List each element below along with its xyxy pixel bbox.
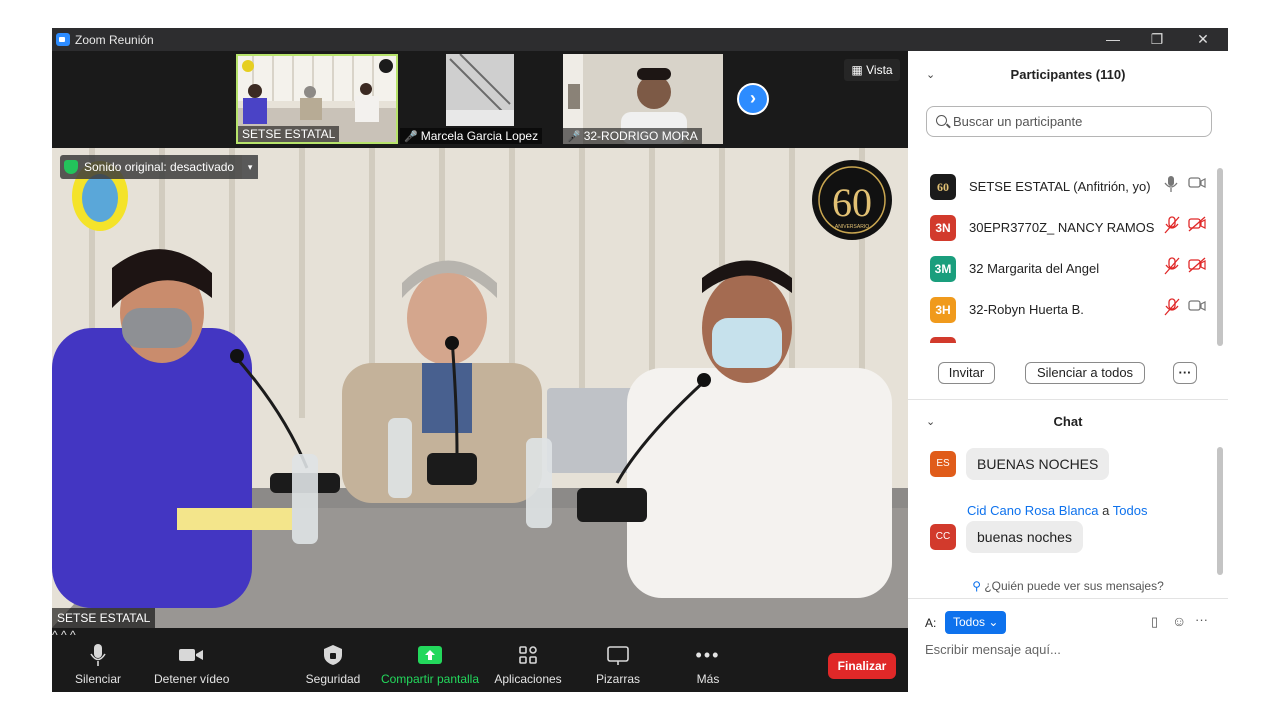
- video-camera-icon[interactable]: [1188, 175, 1206, 191]
- mic-muted-icon: 🎤: [567, 131, 581, 143]
- minimize-button[interactable]: —: [1093, 29, 1133, 50]
- mic-muted-icon[interactable]: [1164, 216, 1180, 234]
- participants-title: Participantes (110): [1010, 67, 1126, 82]
- chat-avatar: CC: [930, 524, 956, 550]
- participant-row[interactable]: 60 SETSE ESTATAL (Anfitrión, yo): [908, 167, 1218, 207]
- participants-scrollbar[interactable]: [1217, 168, 1223, 346]
- participant-avatar-partial: [930, 337, 956, 343]
- end-meeting-button[interactable]: Finalizar: [828, 653, 896, 679]
- search-icon: [936, 115, 947, 126]
- participant-search-input[interactable]: Buscar un participante: [926, 106, 1212, 137]
- thumbnail-rodrigo[interactable]: 🎤 32-RODRIGO MORA: [563, 54, 723, 144]
- participant-name: 32-Robyn Huerta B.: [969, 302, 1084, 317]
- thumbnail-setse-estatal[interactable]: SETSE ESTATAL: [236, 54, 398, 144]
- window-title: Zoom Reunión: [75, 33, 154, 47]
- participant-row[interactable]: 3M 32 Margarita del Angel: [908, 249, 1218, 289]
- speaker-name-label: SETSE ESTATAL: [52, 608, 156, 628]
- video-options-chevron-icon[interactable]: ^: [61, 628, 67, 642]
- chat-title: Chat: [1053, 414, 1083, 429]
- apps-button[interactable]: Aplicaciones: [492, 642, 564, 686]
- chat-message: BUENAS NOCHES: [966, 448, 1110, 480]
- share-screen-button[interactable]: Compartir pantalla: [378, 642, 482, 686]
- mic-muted-icon[interactable]: [1164, 257, 1180, 275]
- more-dots-icon[interactable]: ···: [1195, 612, 1208, 627]
- video-thumbnail-strip: SETSE ESTATAL 🎤 Marcela Garcia Lopez 🎤 32-…: [52, 51, 908, 148]
- participant-name: 30EPR3770Z_ NANCY RAMOS: [969, 220, 1155, 235]
- invite-button[interactable]: Invitar: [938, 362, 995, 384]
- video-off-icon[interactable]: [1188, 216, 1206, 232]
- share-options-chevron-icon[interactable]: ^: [70, 628, 76, 642]
- zoom-window: Zoom Reunión — ❐ ✕ SETSE ESTATAL 🎤 Marce…: [52, 28, 1228, 692]
- side-panel: ⌄ Participantes (110) Buscar un particip…: [908, 51, 1228, 692]
- panel-divider: [908, 399, 1228, 400]
- anniversary-badge-subtext: ANIVERSARIO: [835, 224, 869, 230]
- participant-avatar: 60: [930, 174, 956, 200]
- chevron-down-icon: ⌄: [988, 615, 999, 629]
- next-page-arrow-icon[interactable]: ›: [737, 83, 769, 115]
- grid-icon: ▦: [851, 63, 863, 77]
- view-button[interactable]: ▦ Vista: [844, 59, 900, 81]
- microphone-icon[interactable]: [1164, 175, 1178, 193]
- video-off-icon[interactable]: [1188, 257, 1206, 273]
- participant-name: 32 Margarita del Angel: [969, 261, 1100, 276]
- person-lock-icon: ⚲: [972, 579, 981, 593]
- more-dots-icon: •••: [695, 644, 721, 665]
- shield-check-icon: [64, 160, 78, 174]
- stop-video-button[interactable]: Detener vídeo: [154, 642, 229, 686]
- mute-options-chevron-icon[interactable]: ^: [52, 628, 58, 642]
- who-can-see-link[interactable]: ⚲ ¿Quién puede ver sus mensajes?: [908, 579, 1228, 593]
- shield-icon: [324, 645, 342, 665]
- video-camera-icon[interactable]: [1188, 298, 1206, 314]
- security-button[interactable]: Seguridad: [304, 642, 362, 686]
- participant-avatar: 3M: [930, 256, 956, 282]
- panel-divider: [908, 598, 1228, 599]
- whiteboard-icon: [607, 646, 629, 665]
- restore-button[interactable]: ❐: [1137, 29, 1177, 50]
- mic-muted-icon: 🎤: [404, 131, 418, 143]
- participant-name: SETSE ESTATAL (Anfitrión, yo): [969, 179, 1151, 194]
- original-sound-status[interactable]: Sonido original: desactivado ▾: [60, 155, 259, 179]
- video-camera-icon: [179, 649, 203, 661]
- active-speaker-video: 60 ANIVERSARIO Sonido original: desactiv…: [52, 148, 908, 628]
- mute-all-button[interactable]: Silenciar a todos: [1025, 362, 1145, 384]
- close-button[interactable]: ✕: [1183, 29, 1223, 50]
- participant-row[interactable]: 3H 32-Robyn Huerta B.: [908, 290, 1218, 330]
- title-bar: Zoom Reunión — ❐ ✕: [52, 28, 1228, 51]
- emoji-icon[interactable]: ☺: [1172, 613, 1186, 629]
- apps-icon: [519, 646, 537, 664]
- zoom-logo-icon: [56, 33, 70, 46]
- thumbnail-name: 🎤 Marcela Garcia Lopez: [400, 128, 543, 144]
- anniversary-badge-number: 60: [832, 180, 872, 225]
- participant-avatar: 3H: [930, 297, 956, 323]
- chat-scrollbar[interactable]: [1217, 447, 1223, 575]
- chat-message-input[interactable]: Escribir mensaje aquí...: [925, 642, 1061, 657]
- microphone-icon: [90, 644, 106, 666]
- chat-sender-line: Cid Cano Rosa Blanca a Todos: [967, 503, 1148, 518]
- meeting-toolbar: Silenciar ^ Detener vídeo ^ Seguridad Co…: [52, 628, 908, 692]
- thumbnail-name: 🎤 32-RODRIGO MORA: [563, 128, 702, 144]
- share-screen-icon: [418, 646, 442, 664]
- speaker-video-image: 60 ANIVERSARIO: [52, 148, 908, 628]
- file-icon[interactable]: ▯: [1151, 614, 1158, 630]
- chat-recipient-row: A: Todos ⌄ ▯ ☺ ···: [925, 611, 1215, 635]
- thumbnail-name: SETSE ESTATAL: [238, 126, 340, 142]
- participant-row[interactable]: 3N 30EPR3770Z_ NANCY RAMOS: [908, 208, 1218, 248]
- more-options-button[interactable]: ···: [1173, 362, 1197, 384]
- chat-message: buenas noches: [966, 521, 1083, 553]
- mute-button[interactable]: Silenciar: [74, 642, 122, 686]
- more-button[interactable]: ••• Más: [688, 642, 728, 687]
- whiteboards-button[interactable]: Pizarras: [592, 642, 644, 686]
- recipient-dropdown[interactable]: Todos ⌄: [945, 611, 1007, 634]
- mic-muted-icon[interactable]: [1164, 298, 1180, 316]
- participant-avatar: 3N: [930, 215, 956, 241]
- chat-avatar: ES: [930, 451, 956, 477]
- thumbnail-marcela[interactable]: 🎤 Marcela Garcia Lopez: [400, 54, 555, 144]
- chevron-down-icon[interactable]: ▾: [242, 155, 259, 179]
